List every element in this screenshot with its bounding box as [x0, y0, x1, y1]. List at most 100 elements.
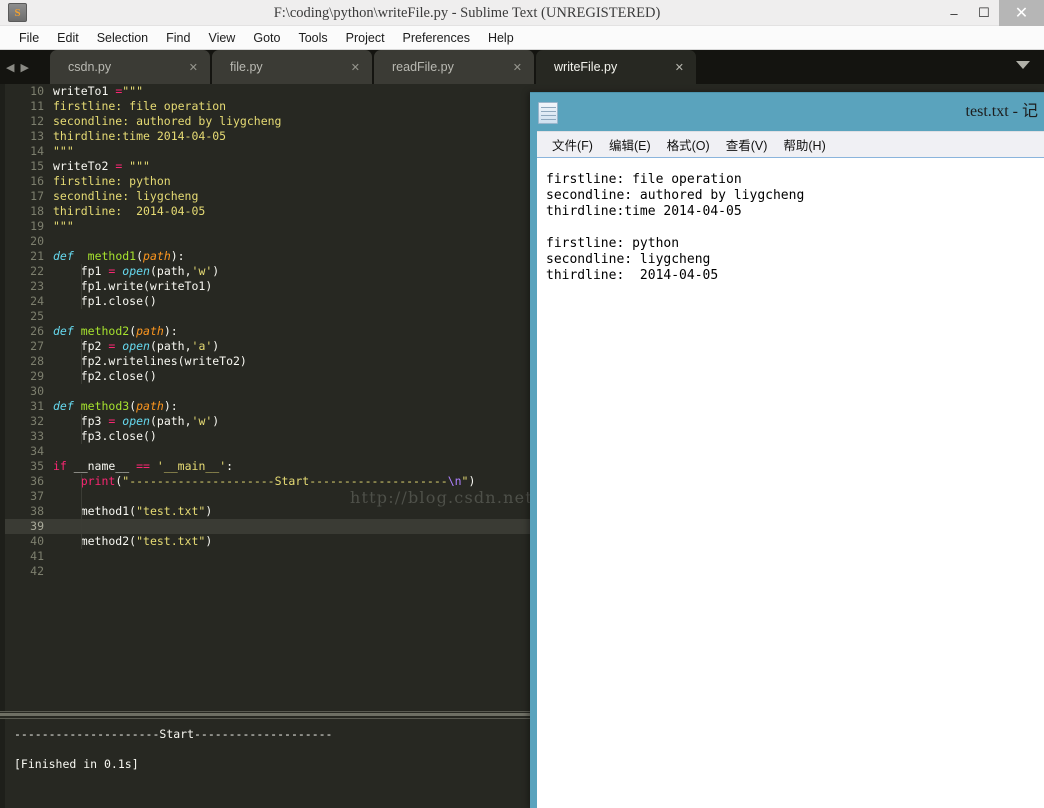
line-number: 42	[30, 564, 44, 578]
token-plain: (path,	[149, 264, 192, 278]
tab-prev-icon[interactable]: ◀	[6, 61, 14, 74]
tab-file-py[interactable]: file.py ✕	[212, 50, 372, 84]
token-plain: ):	[163, 324, 178, 338]
token-esc: \n	[447, 474, 462, 488]
build-output-console[interactable]: ---------------------Start--------------…	[0, 719, 530, 808]
line-number: 31	[30, 399, 44, 413]
line-number-gutter: 10 11 12 13 14 15 16 17 18 19 20 21 22 23 24 25 26 27 28 29…	[5, 84, 53, 711]
token-builtin: open	[122, 414, 150, 428]
chevron-down-icon[interactable]	[1016, 61, 1030, 69]
token-plain: fp2.writelines(writeTo2)	[53, 354, 247, 368]
token-plain: fp3.close()	[53, 429, 157, 443]
token-plain: (	[136, 249, 144, 263]
tab-close-icon[interactable]: ✕	[513, 61, 522, 74]
menu-item-project[interactable]: Project	[337, 28, 394, 48]
notepad-menu-item-4[interactable]: 帮助(H)	[775, 132, 833, 157]
token-plain: ):	[170, 249, 185, 263]
menu-item-view[interactable]: View	[199, 28, 244, 48]
tab-writeFile-py[interactable]: writeFile.py ✕	[536, 50, 696, 84]
line-number: 19	[30, 219, 44, 233]
token-str: """	[122, 159, 150, 173]
line-number: 17	[30, 189, 44, 203]
token-str: 'a'	[191, 339, 213, 353]
token-str: thirdline: 2014-04-05	[53, 204, 206, 218]
tab-readFile-py[interactable]: readFile.py ✕	[374, 50, 534, 84]
maximize-button[interactable]: ☐	[969, 0, 999, 26]
notepad-menu-item-0[interactable]: 文件(F)	[544, 132, 601, 157]
token-param: path	[143, 249, 171, 263]
tab-next-icon[interactable]: ▶	[20, 61, 28, 74]
line-number: 23	[30, 279, 44, 293]
line-number: 40	[30, 534, 44, 548]
line-number: 14	[30, 144, 44, 158]
token-plain: __name__	[66, 459, 137, 473]
menu-item-tools[interactable]: Tools	[289, 28, 336, 48]
menu-item-goto[interactable]: Goto	[244, 28, 289, 48]
token-str: thirdline:time 2014-04-05	[53, 129, 227, 143]
token-plain: )	[212, 414, 220, 428]
line-number: 41	[30, 549, 44, 563]
line-number: 29	[30, 369, 44, 383]
menu-item-preferences[interactable]: Preferences	[394, 28, 479, 48]
tab-close-icon[interactable]: ✕	[189, 61, 198, 74]
menu-item-help[interactable]: Help	[479, 28, 523, 48]
token-str: secondline: authored by liygcheng	[53, 114, 282, 128]
token-builtin: open	[122, 264, 150, 278]
menu-bar: File Edit Selection Find View Goto Tools Projec…	[0, 26, 1044, 50]
line-number: 37	[30, 489, 44, 503]
line-number: 24	[30, 294, 44, 308]
window-title: F:\coding\python\writeFile.py - Sublime …	[273, 5, 661, 21]
line-number: 33	[30, 429, 44, 443]
notepad-text-area[interactable]: firstline: file operation secondline: au…	[537, 157, 1044, 808]
notepad-menu-item-1[interactable]: 编辑(E)	[601, 132, 659, 157]
close-button[interactable]: ✕	[999, 0, 1044, 26]
line-number: 13	[30, 129, 44, 143]
token-param: path	[136, 399, 164, 413]
token-plain: )	[205, 534, 213, 548]
tab-navigation[interactable]: ◀ ▶	[6, 58, 48, 76]
indent-guide	[81, 474, 82, 549]
notepad-menu-item-2[interactable]: 格式(O)	[659, 132, 718, 157]
token-op: ==	[136, 459, 150, 473]
token-plain: (path,	[149, 339, 192, 353]
menu-item-file[interactable]: File	[10, 28, 48, 48]
line-number: 25	[30, 309, 44, 323]
token-plain: method2(	[53, 534, 137, 548]
token-str: "test.txt"	[136, 534, 206, 548]
notepad-title-bar: test.txt - 记	[530, 93, 1044, 131]
line-number: 36	[30, 474, 44, 488]
line-number: 20	[30, 234, 44, 248]
token-str: """	[53, 144, 74, 158]
token-plain: fp2.close()	[53, 369, 157, 383]
console-splitter[interactable]	[0, 711, 530, 719]
notepad-menu-item-3[interactable]: 查看(V)	[718, 132, 776, 157]
line-number: 35	[30, 459, 44, 473]
notepad-menu-bar: 文件(F) 编辑(E) 格式(O) 查看(V) 帮助(H)	[537, 131, 1044, 157]
tab-label: writeFile.py	[554, 60, 618, 74]
token-str: "---------------------Start-------------…	[122, 474, 448, 488]
menu-item-find[interactable]: Find	[157, 28, 199, 48]
tab-label: csdn.py	[68, 60, 112, 74]
menu-item-edit[interactable]: Edit	[48, 28, 88, 48]
minimize-button[interactable]: –	[939, 0, 969, 26]
token-fn: method3	[80, 399, 130, 413]
token-plain: )	[468, 474, 476, 488]
line-number: 30	[30, 384, 44, 398]
line-number: 34	[30, 444, 44, 458]
line-number: 26	[30, 324, 44, 338]
token-plain: ):	[163, 399, 178, 413]
tab-csdn-py[interactable]: csdn.py ✕	[50, 50, 210, 84]
menu-item-selection[interactable]: Selection	[88, 28, 157, 48]
token-builtin: open	[122, 339, 150, 353]
token-plain: fp1.write(writeTo1)	[53, 279, 213, 293]
tab-label: file.py	[230, 60, 263, 74]
notepad-window[interactable]: test.txt - 记 文件(F) 编辑(E) 格式(O) 查看(V) 帮助(H) f…	[530, 92, 1044, 808]
tab-close-icon[interactable]: ✕	[675, 61, 684, 74]
token-str: """	[122, 84, 144, 98]
token-str: 'w'	[191, 264, 213, 278]
tab-close-icon[interactable]: ✕	[351, 61, 360, 74]
